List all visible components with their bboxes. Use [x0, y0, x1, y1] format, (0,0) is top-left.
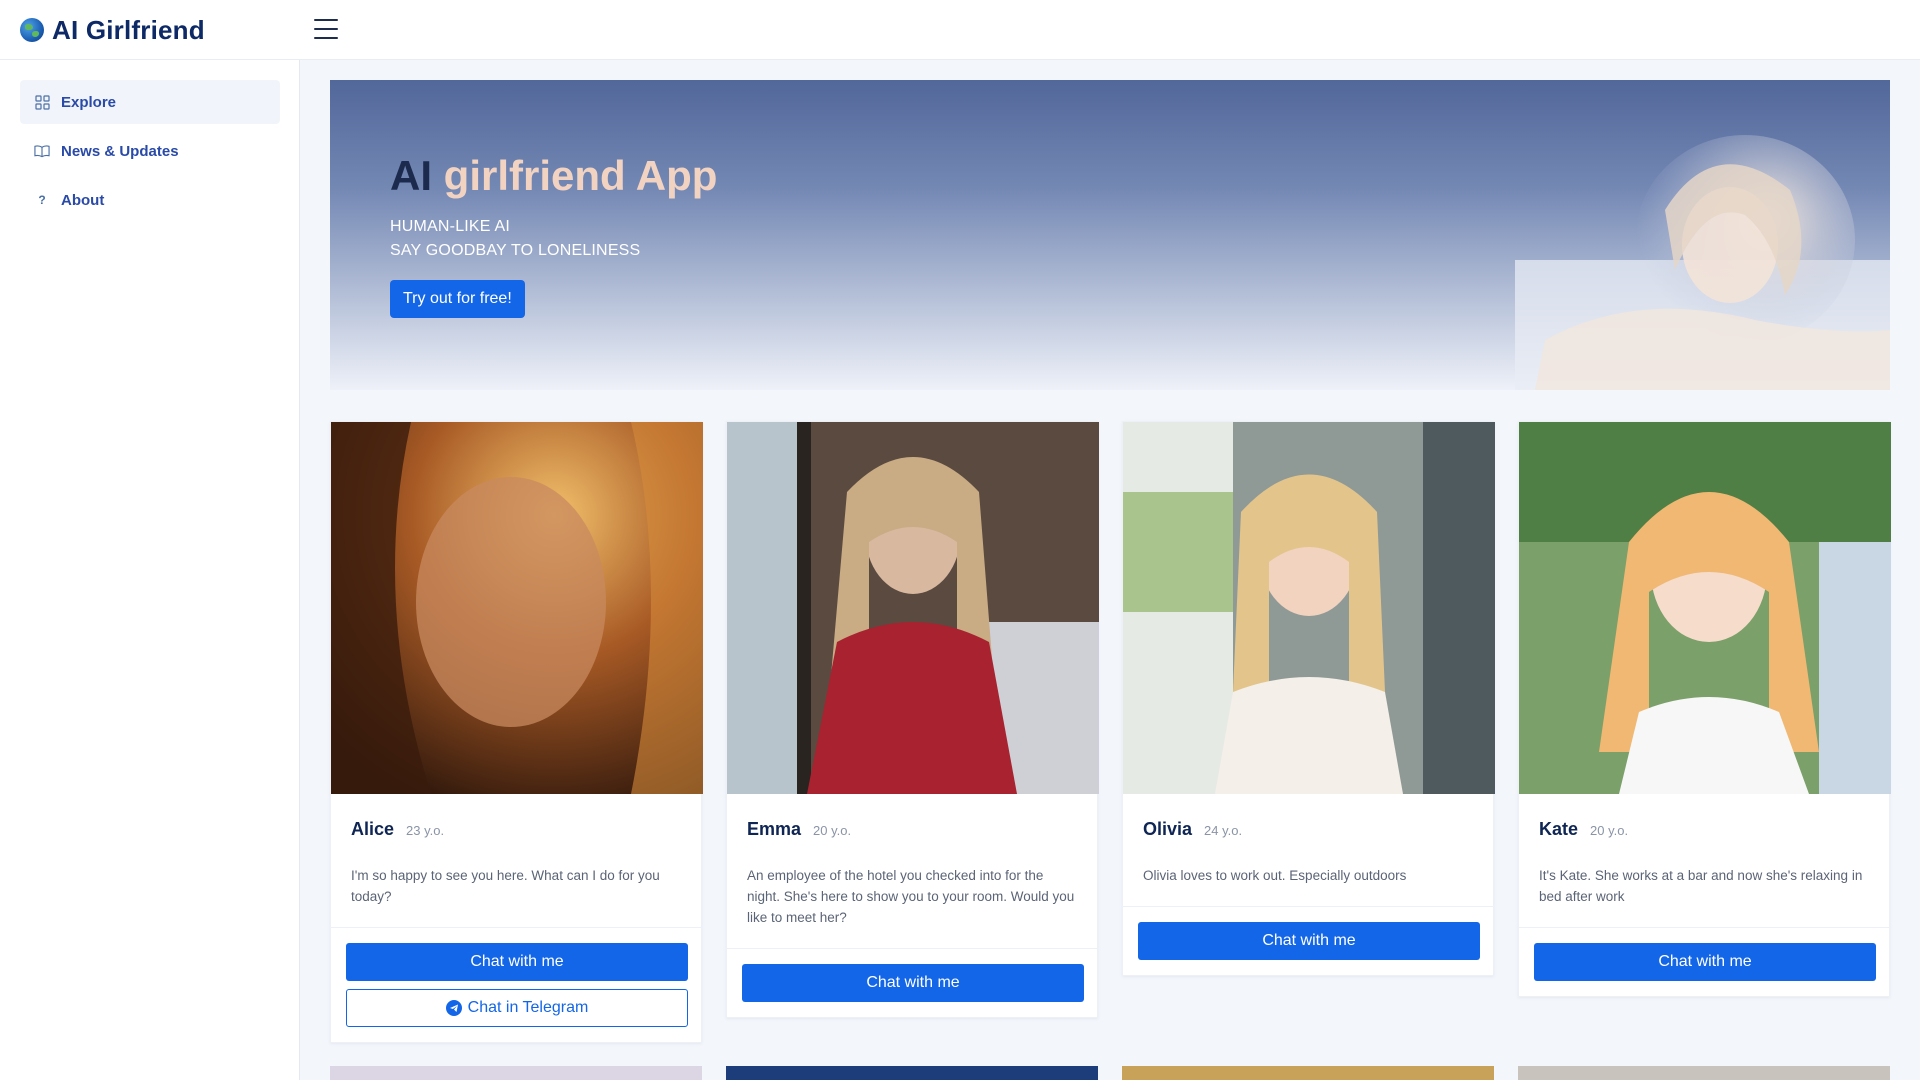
character-age: 24 y.o. — [1204, 823, 1243, 838]
question-icon: ? — [38, 193, 46, 207]
character-card-alice: Alice 23 y.o. I'm so happy to see you he… — [330, 421, 703, 1043]
telegram-button[interactable]: Chat in Telegram — [346, 989, 688, 1027]
next-row-photo[interactable] — [726, 1066, 1098, 1080]
hero-title-part2: girlfriend App — [443, 152, 718, 199]
sidebar: Explore News & Updates ? About — [0, 60, 300, 1080]
card-actions: Chat with me — [1519, 928, 1889, 996]
globe-icon — [20, 18, 44, 42]
top-bar: AI Girlfriend — [0, 0, 1920, 60]
character-photo[interactable] — [331, 422, 703, 794]
character-name: Kate — [1539, 819, 1579, 839]
card-header: Emma 20 y.o. — [727, 799, 1097, 843]
hero-subtitle-1: HUMAN-LIKE AI — [390, 218, 510, 235]
card-header: Kate 20 y.o. — [1519, 799, 1889, 843]
hero-title: AI girlfriend App — [390, 152, 717, 200]
chat-button[interactable]: Chat with me — [1534, 943, 1876, 981]
next-row-photo[interactable] — [330, 1066, 702, 1080]
book-icon — [34, 143, 50, 159]
brand-logo[interactable]: AI Girlfriend — [20, 12, 205, 48]
character-photo[interactable] — [1123, 422, 1495, 794]
chat-button[interactable]: Chat with me — [742, 964, 1084, 1002]
sidebar-item-label: News & Updates — [61, 142, 179, 160]
character-age: 23 y.o. — [406, 823, 445, 838]
character-description: It's Kate. She works at a bar and now sh… — [1519, 843, 1889, 928]
character-name: Alice — [351, 819, 395, 839]
card-header: Alice 23 y.o. — [331, 799, 701, 843]
try-free-button[interactable]: Try out for free! — [390, 280, 525, 318]
sidebar-item-explore[interactable]: Explore — [20, 80, 280, 124]
character-description: Olivia loves to work out. Especially out… — [1123, 843, 1493, 907]
card-actions: Chat with me — [727, 949, 1097, 1017]
card-actions: Chat with me Chat in Telegram — [331, 928, 701, 1042]
hero-banner: AI girlfriend App HUMAN-LIKE AI SAY GOOD… — [330, 80, 1890, 390]
app-title: AI Girlfriend — [52, 14, 205, 45]
character-description: An employee of the hotel you checked int… — [727, 843, 1097, 949]
character-photo[interactable] — [1519, 422, 1891, 794]
sidebar-item-about[interactable]: ? About — [20, 178, 280, 222]
hero-subtitle-2: SAY GOODBAY TO LONELINESS — [390, 242, 641, 259]
sidebar-item-label: About — [61, 191, 105, 209]
sidebar-item-news[interactable]: News & Updates — [20, 129, 280, 173]
card-header: Olivia 24 y.o. — [1123, 799, 1493, 843]
hero-character-image — [1515, 135, 1890, 390]
character-age: 20 y.o. — [1590, 823, 1629, 838]
character-name: Emma — [747, 819, 802, 839]
sidebar-nav: Explore News & Updates ? About — [20, 80, 280, 227]
character-photo[interactable] — [727, 422, 1099, 794]
telegram-button-label: Chat in Telegram — [467, 999, 589, 1016]
hamburger-icon[interactable] — [312, 16, 340, 42]
chat-button[interactable]: Chat with me — [346, 943, 688, 981]
card-actions: Chat with me — [1123, 907, 1493, 975]
character-card-emma: Emma 20 y.o. An employee of the hotel yo… — [726, 421, 1099, 1018]
telegram-icon — [445, 1000, 462, 1016]
chat-button[interactable]: Chat with me — [1138, 922, 1480, 960]
sidebar-item-label: Explore — [61, 93, 117, 111]
character-card-kate: Kate 20 y.o. It's Kate. She works at a b… — [1518, 421, 1891, 997]
grid-icon — [34, 94, 50, 110]
character-card-olivia: Olivia 24 y.o. Olivia loves to work out.… — [1122, 421, 1495, 976]
character-description: I'm so happy to see you here. What can I… — [331, 843, 701, 928]
character-age: 20 y.o. — [813, 823, 852, 838]
character-name: Olivia — [1143, 819, 1193, 839]
next-row-photo[interactable] — [1122, 1066, 1494, 1080]
next-row-photo[interactable] — [1518, 1066, 1890, 1080]
hero-title-part1: AI — [390, 152, 432, 199]
